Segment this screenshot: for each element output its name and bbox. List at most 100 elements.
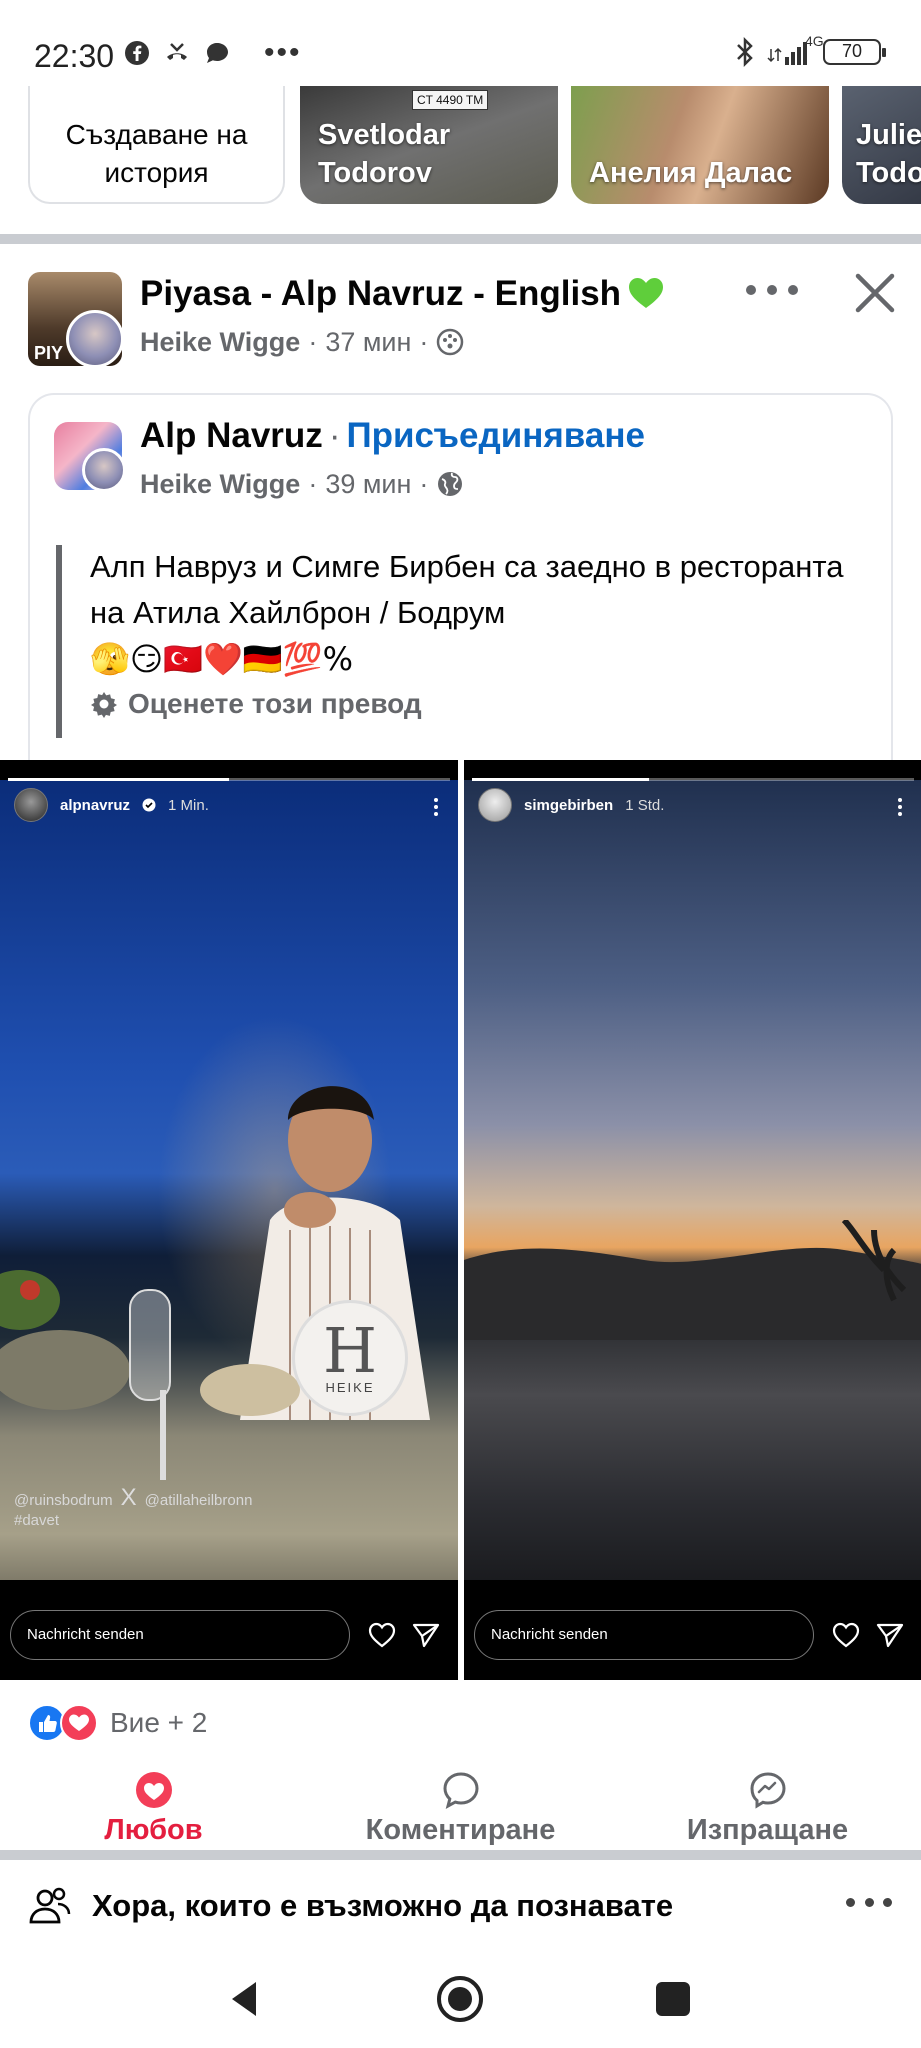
love-reaction-icon <box>60 1704 98 1742</box>
group-title-text[interactable]: Piyasa - Alp Navruz - English <box>140 274 621 313</box>
post-text: Алп Навруз и Симге Бирбен са заедно в ре… <box>90 549 844 630</box>
status-time: 22:30 <box>34 38 115 74</box>
hills-silhouette <box>464 1220 921 1340</box>
ig-header: simgebirben 1 Std. <box>478 788 664 822</box>
tag-separator: X <box>120 1484 137 1511</box>
share-label: Изпращане <box>686 1814 849 1846</box>
love-icon <box>135 1772 172 1808</box>
watermark-letter: H <box>322 1313 378 1387</box>
post-emojis: 🫣😏🇹🇷❤️🇩🇪💯% <box>90 640 353 678</box>
globe-icon <box>438 472 463 496</box>
system-nav-bar <box>0 1952 921 2048</box>
close-icon[interactable] <box>852 270 898 316</box>
network-type: 4G <box>805 33 824 49</box>
restaurant-photo <box>0 780 458 1600</box>
story-name: Анелия Далас <box>589 157 793 189</box>
ig-username: alpnavruz <box>60 796 131 814</box>
reactions-count[interactable]: Вие + 2 <box>110 1707 207 1739</box>
story-screenshot-right[interactable]: simgebirben 1 Std. Nachricht senden <box>464 760 921 1680</box>
story-progress <box>472 778 914 781</box>
post-media[interactable]: alpnavruz 1 Min. H HEIKE @ruinsbodrum X @a… <box>0 760 921 1680</box>
group-avatar-text: PIY <box>34 343 64 363</box>
rate-translation-label[interactable]: Оценете този превод <box>128 688 422 720</box>
stories-strip: Създаване на история CT 4490 TM Svetloda… <box>0 86 921 236</box>
ig-footer: Nachricht senden <box>0 1580 458 1680</box>
group-privacy-icon <box>437 328 464 356</box>
create-story-label: Създаване на история <box>65 119 248 188</box>
page-name[interactable]: Alp Navruz <box>140 416 323 455</box>
shared-post-title: Alp Navruz · Присъединяване <box>140 414 645 458</box>
signal-icon: 4G <box>767 33 824 67</box>
gear-icon <box>91 692 117 718</box>
story-card[interactable]: Анелия Далас <box>571 86 829 204</box>
shared-author[interactable]: Heike Wigge <box>140 466 300 502</box>
people-you-may-know[interactable]: Хора, които е възможно да познавате <box>0 1862 921 1952</box>
post-time[interactable]: 37 мин <box>325 324 411 360</box>
shared-time[interactable]: 39 мин <box>325 466 411 502</box>
story-name: Julie Todo <box>856 119 921 189</box>
group-title[interactable]: Piyasa - Alp Navruz - English <box>140 272 665 316</box>
heart-outline-icon <box>368 1622 396 1648</box>
notification-icons: ••• <box>124 38 302 68</box>
join-button[interactable]: Присъединяване <box>346 416 644 455</box>
bluetooth-icon <box>737 36 753 68</box>
meta-separator: · <box>419 469 429 499</box>
section-divider <box>0 234 921 244</box>
status-bar: 22:30 ••• 4G 70 <box>0 0 921 86</box>
create-story-card[interactable]: Създаване на история <box>28 86 285 204</box>
sunset-photo <box>464 780 921 1600</box>
green-heart-icon <box>629 278 664 308</box>
ig-more-icon <box>898 798 902 816</box>
ig-username: simgebirben <box>524 796 614 814</box>
story-card[interactable]: CT 4490 TM Svetlodar Todorov <box>300 86 558 204</box>
ig-more-icon <box>434 798 438 816</box>
reactions-summary[interactable]: Вие + 2 <box>28 1704 207 1742</box>
title-separator: · <box>328 416 341 455</box>
shared-author-avatar[interactable] <box>82 448 126 492</box>
rate-translation[interactable]: Оценете този превод <box>90 688 422 720</box>
battery-indicator: 70 <box>823 39 886 65</box>
ig-tag: @atillaheilbronn <box>144 1492 253 1509</box>
ig-footer: Nachricht senden <box>464 1580 921 1680</box>
ig-message-field: Nachricht senden <box>10 1610 350 1660</box>
suggestions-more-icon[interactable] <box>846 1892 892 1912</box>
ig-avatar <box>14 788 48 822</box>
ig-tag: @ruinsbodrum <box>14 1492 113 1509</box>
facebook-icon <box>125 41 149 65</box>
post-author[interactable]: Heike Wigge <box>140 324 300 360</box>
section-divider <box>0 1850 921 1860</box>
meta-separator: · <box>308 469 318 499</box>
messenger-icon <box>749 1772 786 1809</box>
home-icon[interactable] <box>435 1974 485 2024</box>
ig-time: 1 Std. <box>625 796 665 814</box>
story-name: Svetlodar Todorov <box>318 119 451 189</box>
verified-icon <box>142 798 156 812</box>
chat-bubble-icon <box>207 43 228 63</box>
ig-hashtag: #davet <box>14 1512 60 1529</box>
post-actions: Любов Коментиране Изпращане <box>0 1764 921 1854</box>
missed-call-icon <box>167 43 187 60</box>
meta-separator: · <box>308 327 318 357</box>
author-avatar[interactable] <box>66 310 124 368</box>
love-label: Любов <box>104 1814 203 1846</box>
ig-message-field: Nachricht senden <box>474 1610 814 1660</box>
meta-separator: · <box>419 327 429 357</box>
ig-avatar <box>478 788 512 822</box>
story-screenshot-left[interactable]: alpnavruz 1 Min. H HEIKE @ruinsbodrum X @a… <box>0 760 458 1680</box>
post-more-options-icon[interactable] <box>746 270 798 310</box>
back-icon[interactable] <box>220 1974 270 2024</box>
comment-icon <box>442 1772 479 1809</box>
heart-outline-icon <box>832 1622 860 1648</box>
table-setting <box>0 1270 300 1480</box>
send-icon <box>876 1623 904 1648</box>
story-card[interactable]: Julie Todo <box>842 86 921 204</box>
watermark-text: HEIKE <box>325 1379 375 1395</box>
share-button[interactable]: Изпращане <box>614 1764 921 1854</box>
ig-header: alpnavruz 1 Min. <box>14 788 209 822</box>
love-button[interactable]: Любов <box>0 1764 307 1854</box>
status-right: 4G 70 <box>733 33 886 68</box>
send-icon <box>412 1623 440 1648</box>
comment-button[interactable]: Коментиране <box>307 1764 614 1854</box>
license-plate: CT 4490 TM <box>412 90 489 110</box>
recents-icon[interactable] <box>648 1974 698 2024</box>
